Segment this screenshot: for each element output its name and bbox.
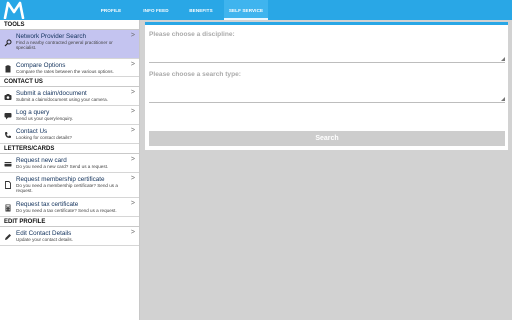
chevron-right-icon: > (130, 200, 135, 207)
menu-item-title: Request membership certificate (16, 176, 105, 183)
menu-item-description: Do you need a new card? Send us a reques… (16, 164, 109, 169)
calculator-icon (5, 204, 11, 212)
menu-item-description: Send us your query/enquiry. (16, 116, 74, 121)
menu-item-description: Update your contact details. (16, 237, 73, 242)
menu-item-submit-claim[interactable]: Submit a claim/document Submit a claim/d… (0, 87, 139, 106)
dropdown-arrow-icon (501, 97, 505, 101)
menu-item-description: Do you need a tax certificate? Send us a… (16, 208, 117, 213)
discipline-underline (149, 62, 505, 63)
menu-item-compare-options[interactable]: Compare Options Compare the rates betwee… (0, 59, 139, 77)
menu-item-title: Submit a claim/document (16, 90, 87, 97)
menu-item-title: Edit Contact Details (16, 230, 72, 237)
search-icon (4, 39, 12, 47)
chevron-right-icon: > (130, 156, 135, 163)
chevron-right-icon: > (130, 127, 135, 134)
m-logo-icon[interactable] (3, 1, 25, 19)
provider-search-form: Please choose a discipline: Please choos… (145, 22, 508, 150)
menu-item-description: Compare the rates between the various op… (16, 69, 114, 74)
menu-item-title: Contact Us (16, 128, 48, 135)
section-header-tools: TOOLS (0, 20, 139, 30)
menu-item-log-query[interactable]: Log a query Send us your query/enquiry. … (0, 106, 139, 125)
pencil-icon (5, 234, 11, 240)
discipline-label: Please choose a discipline: (149, 31, 235, 38)
section-header-contact-us: CONTACT US (0, 77, 139, 87)
menu-item-title: Request new card (16, 157, 67, 164)
chevron-right-icon: > (130, 32, 135, 39)
menu-item-title: Request tax certificate (16, 201, 79, 208)
tab-self-service[interactable]: SELF SERVICE (224, 0, 268, 20)
phone-icon (5, 132, 11, 138)
menu-item-title: Compare Options (16, 62, 66, 69)
menu-item-title: Network Provider Search (16, 33, 86, 40)
self-service-menu: TOOLS Network Provider Search Find a nea… (0, 20, 140, 320)
card-icon (4, 162, 12, 167)
menu-item-contact-us[interactable]: Contact Us Looking for contact details? … (0, 125, 139, 144)
chevron-right-icon: > (130, 229, 135, 236)
menu-item-description: Looking for contact details? (16, 135, 72, 140)
chevron-right-icon: > (130, 108, 135, 115)
chevron-right-icon: > (130, 175, 135, 182)
tab-benefits[interactable]: BENEFITS (184, 0, 218, 20)
menu-item-request-membership-certificate[interactable]: Request membership certificate Do you ne… (0, 173, 139, 198)
menu-item-request-new-card[interactable]: Request new card Do you need a new card?… (0, 154, 139, 173)
menu-item-description: Do you need a membership certificate? Se… (16, 183, 118, 194)
search-type-label: Please choose a search type: (149, 71, 241, 78)
chevron-right-icon: > (130, 61, 135, 68)
search-button[interactable]: Search (149, 131, 505, 146)
camera-icon (4, 94, 12, 100)
top-nav-bar: PROFILE INFO FEED BENEFITS SELF SERVICE (0, 0, 512, 20)
menu-item-description: Submit a claim/document using your camer… (16, 97, 108, 102)
section-header-edit-profile: EDIT PROFILE (0, 217, 139, 227)
tab-profile[interactable]: PROFILE (96, 0, 126, 20)
menu-item-request-tax-certificate[interactable]: Request tax certificate Do you need a ta… (0, 198, 139, 217)
menu-item-edit-contact-details[interactable]: Edit Contact Details Update your contact… (0, 227, 139, 246)
dropdown-arrow-icon (501, 57, 505, 61)
chevron-right-icon: > (130, 89, 135, 96)
search-type-select[interactable] (149, 81, 505, 103)
tab-info-feed[interactable]: INFO FEED (138, 0, 174, 20)
search-type-underline (149, 102, 505, 103)
section-header-letters-cards: LETTERS/CARDS (0, 144, 139, 154)
discipline-select[interactable] (149, 41, 505, 63)
menu-item-network-provider-search[interactable]: Network Provider Search Find a nearby co… (0, 30, 139, 59)
chat-icon (4, 113, 12, 120)
menu-item-title: Log a query (16, 109, 50, 116)
document-icon (5, 181, 11, 189)
main-content: Please choose a discipline: Please choos… (141, 20, 512, 320)
menu-item-description: Find a nearby contracted general practit… (16, 40, 113, 51)
clipboard-icon (5, 65, 11, 73)
